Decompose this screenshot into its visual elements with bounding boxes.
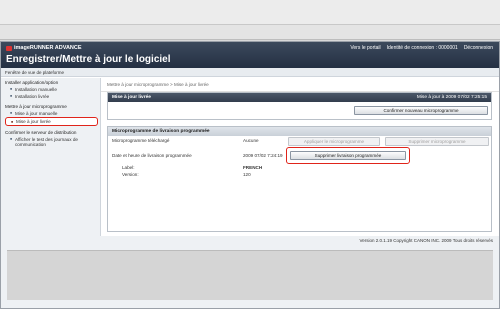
page-title: Enregistrer/Mettre à jour le logiciel xyxy=(6,54,171,65)
update-panel-title: Mise à jour livrée xyxy=(112,95,151,100)
footer: Version 2.0.1.19 Copyright CANON INC. 20… xyxy=(1,236,499,308)
label-label: Label: xyxy=(122,165,135,170)
sidebar-item-manual-install[interactable]: Installation manuelle xyxy=(1,85,100,92)
label-value: FRENCH xyxy=(243,165,263,170)
downloaded-firmware-value: Aucune xyxy=(243,138,259,143)
sidebar-group-install: Installer application/option xyxy=(5,80,59,85)
sidebar-group-update: Mettre à jour microprogramme xyxy=(5,104,67,109)
main-content: Mettre à jour microprogramme > Mise à jo… xyxy=(101,78,499,238)
version-value: 120 xyxy=(243,172,251,177)
sidebar-item-comm-log[interactable]: Afficher le test des journaux de communi… xyxy=(1,135,100,147)
sidebar-item-delivered-update[interactable]: Mise à jour livrée xyxy=(5,117,98,126)
app-header: imageRUNNER ADVANCE Vers le portail Iden… xyxy=(1,42,499,68)
version-label: Version: xyxy=(122,172,139,177)
browser-address-bar: ▼ xyxy=(0,25,500,63)
sidebar-item-delivered-install[interactable]: Installation livrée xyxy=(1,92,100,99)
delete-firmware-button[interactable]: Supprimer microprogramme xyxy=(385,137,489,146)
header-links: Vers le portail Identité de connexion : … xyxy=(350,45,493,51)
last-update-time: Mise à jour à 2009 07/02 7:25:15 xyxy=(416,95,487,100)
downloaded-firmware-label: Microprogramme téléchargé xyxy=(112,138,170,143)
sidebar-group-server: Confirmer le serveur de distribution xyxy=(5,130,77,135)
canon-logo-icon xyxy=(6,45,12,51)
update-panel: Mise à jour livrée Mise à jour à 2009 07… xyxy=(107,92,492,120)
portal-link[interactable]: Vers le portail xyxy=(350,45,380,51)
login-id: Identité de connexion : 0000001 xyxy=(386,45,458,51)
update-panel-header: Mise à jour livrée Mise à jour à 2009 07… xyxy=(108,93,491,102)
brand-name: imageRUNNER ADVANCE xyxy=(14,45,82,51)
sidebar: Installer application/option Installatio… xyxy=(1,78,101,238)
browser-toolbar xyxy=(0,0,500,25)
apply-firmware-button[interactable]: Appliquer le microprogramme xyxy=(288,137,380,146)
confirm-new-firmware-button[interactable]: Confirmer nouveau microprogramme xyxy=(354,106,488,115)
scheduled-date-label: Date et heure de livraison programmée xyxy=(112,153,192,158)
app-window: imageRUNNER ADVANCE Vers le portail Iden… xyxy=(0,41,500,309)
main-breadcrumb: Mettre à jour microprogramme > Mise à jo… xyxy=(101,78,499,92)
firmware-panel: Microprogramme de livraison programmée M… xyxy=(107,126,492,232)
firmware-panel-header: Microprogramme de livraison programmée xyxy=(108,127,491,136)
scheduled-date-value: 2009 07/02 7:24:19 xyxy=(243,153,283,158)
brand: imageRUNNER ADVANCE xyxy=(6,45,82,51)
bottom-frame xyxy=(7,250,493,300)
delete-scheduled-delivery-button[interactable]: Supprimer livraison programmée xyxy=(290,151,406,160)
platform-view-link[interactable]: Fenêtre de vue de plateforme xyxy=(1,68,499,77)
sidebar-item-manual-update[interactable]: Mise à jour manuelle xyxy=(1,109,100,116)
version-info: Version 2.0.1.19 Copyright CANON INC. 20… xyxy=(359,238,493,243)
logout-link[interactable]: Déconnexion xyxy=(464,45,493,51)
